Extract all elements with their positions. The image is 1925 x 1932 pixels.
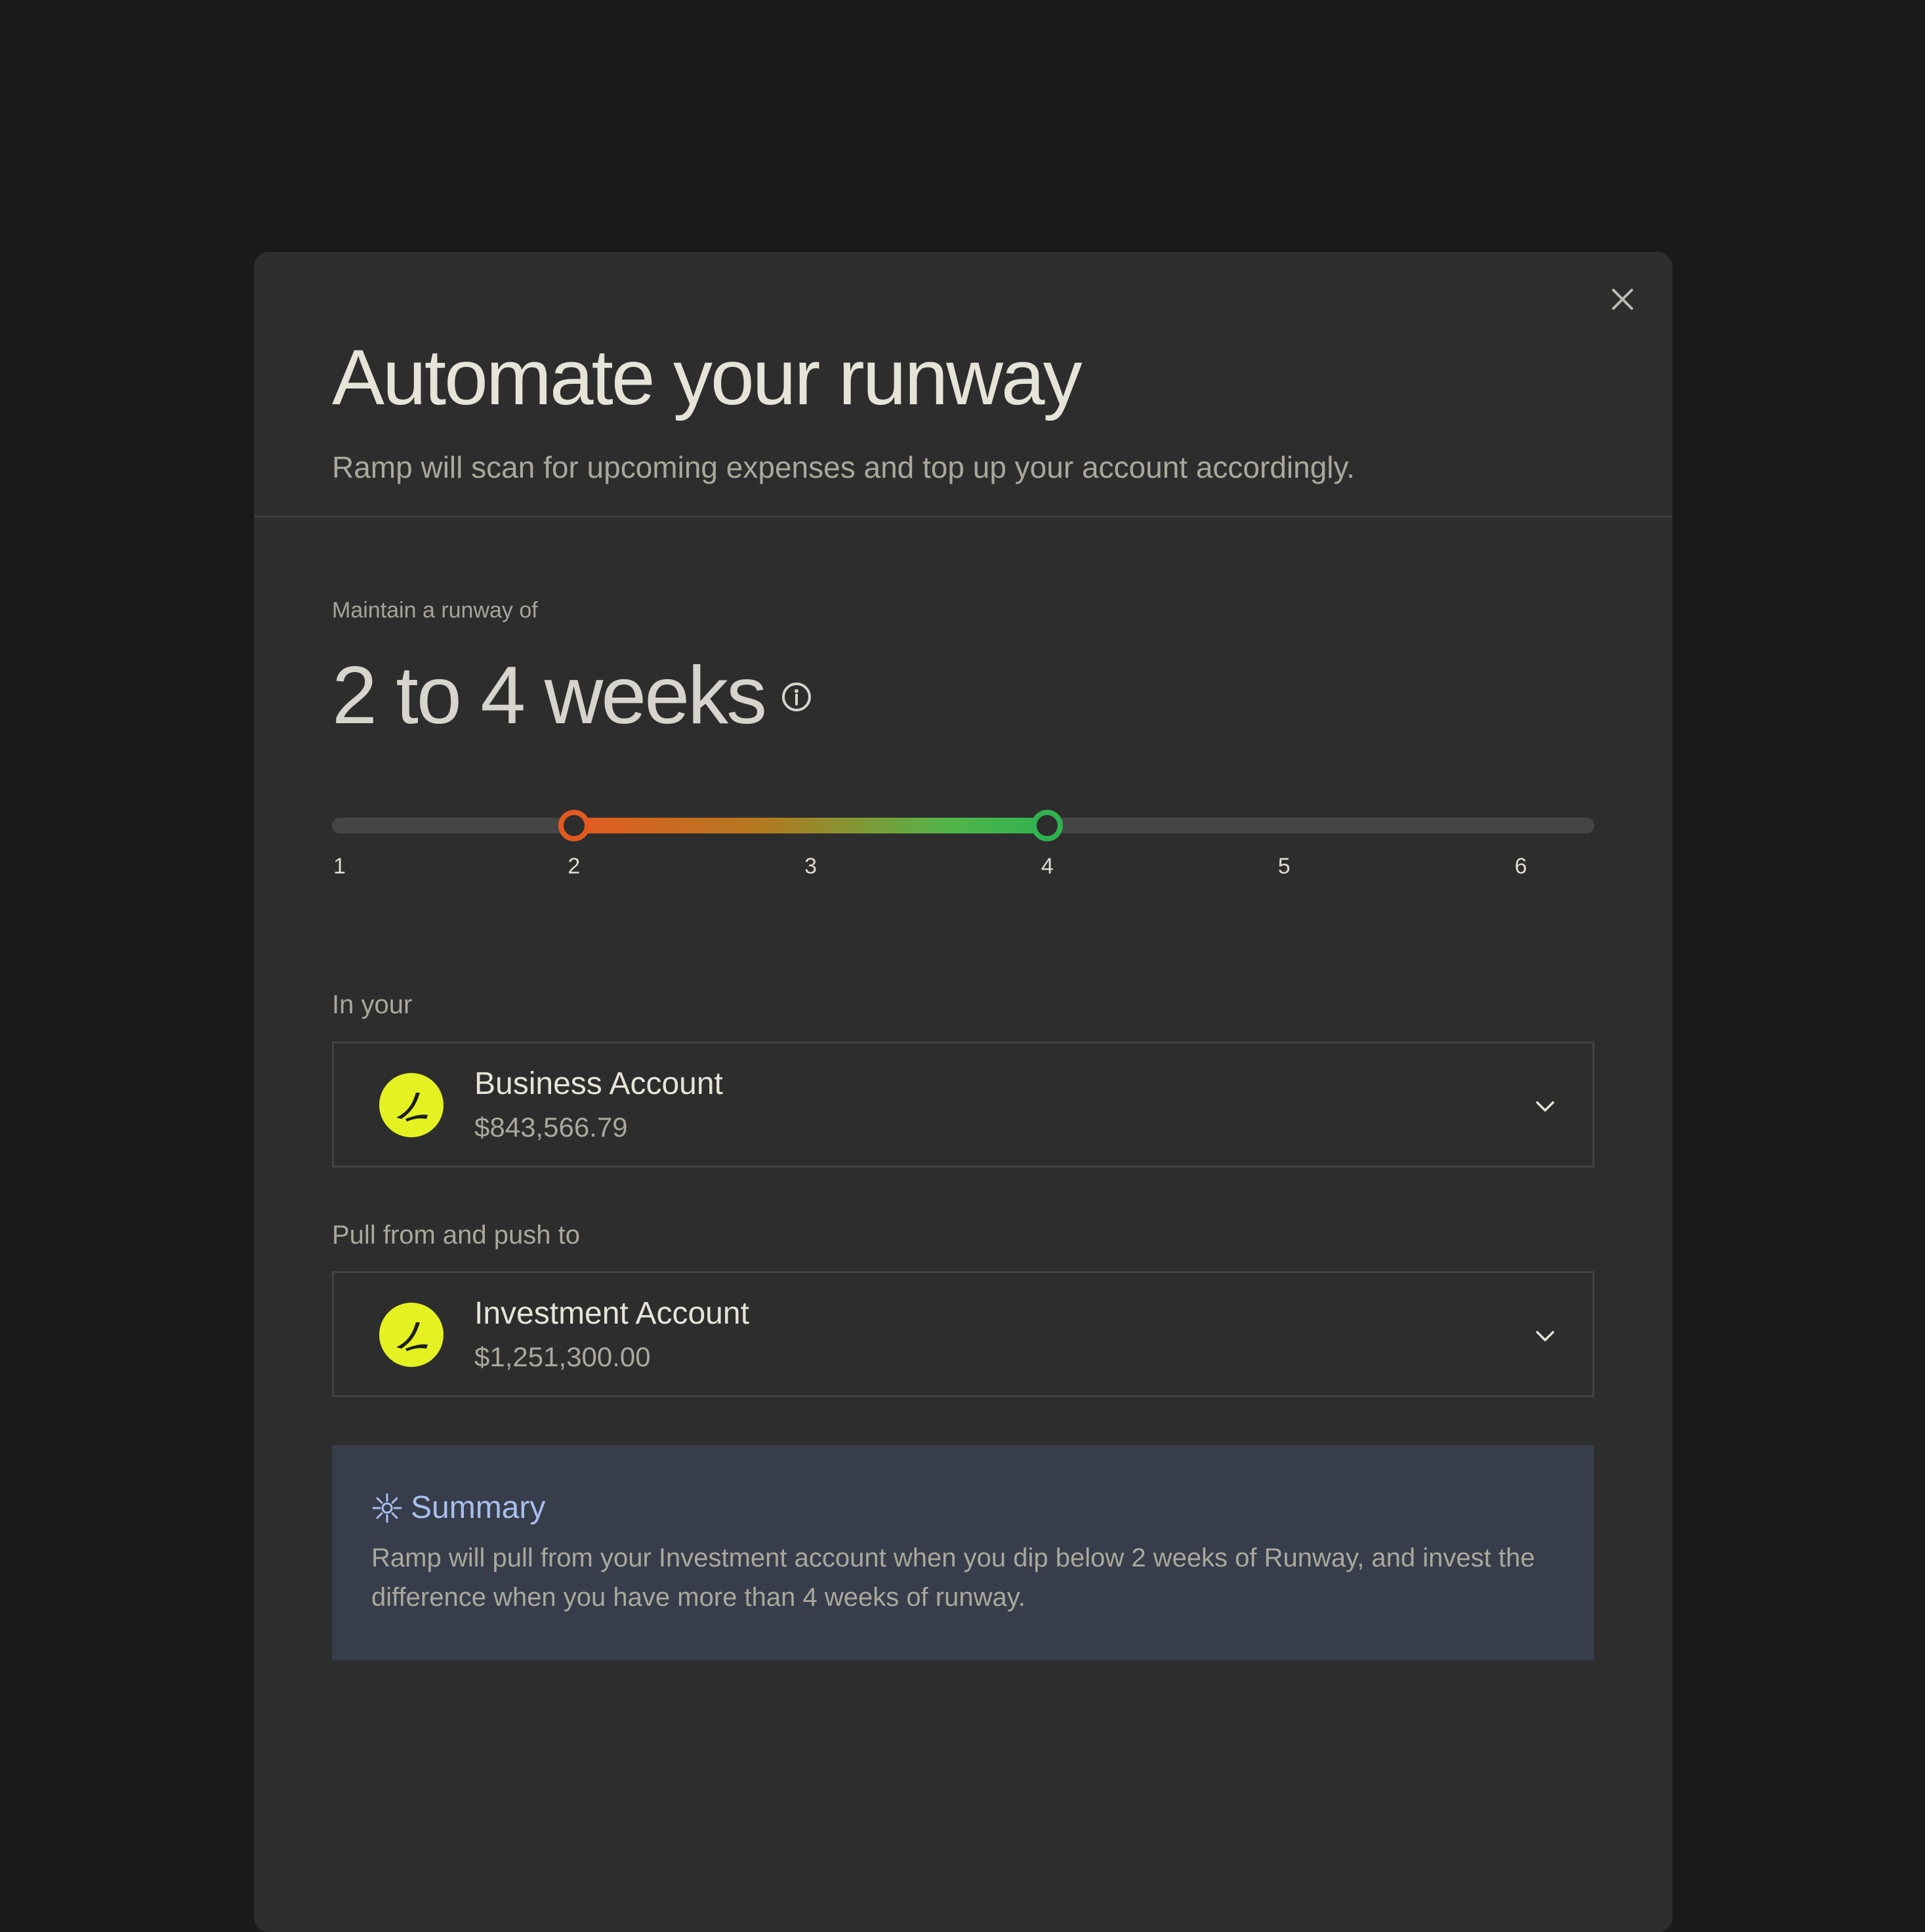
slider-tick-3: 3 <box>804 854 818 879</box>
header-divider <box>254 516 1672 517</box>
modal-title: Automate your runway <box>332 333 1083 421</box>
slider-tick-4: 4 <box>1041 854 1054 879</box>
chevron-down-icon <box>1533 1324 1557 1348</box>
pull-push-label: Pull from and push to <box>332 1221 580 1250</box>
account-balance: $843,566.79 <box>474 1112 628 1143</box>
slider-tick-5: 5 <box>1277 854 1291 879</box>
info-icon-glyph <box>782 682 811 711</box>
slider-tick-2: 2 <box>568 854 581 879</box>
close-button[interactable] <box>1607 284 1638 315</box>
summary-text: Ramp will pull from your Investment acco… <box>371 1544 1535 1612</box>
in-your-label: In your <box>332 990 413 1019</box>
ramp-logo-icon <box>379 1303 444 1367</box>
ramp-logo-icon <box>379 1073 444 1137</box>
account-name: Business Account <box>474 1066 723 1101</box>
investment-account-select[interactable]: Investment Account $1,251,300.00 <box>332 1271 1594 1397</box>
modal-subtitle: Ramp will scan for upcoming expenses and… <box>332 450 1355 484</box>
business-account-select[interactable]: Business Account $843,566.79 <box>332 1041 1594 1167</box>
runway-slider-min-handle[interactable] <box>558 810 590 841</box>
sparkle-icon <box>371 1492 403 1524</box>
summary-panel: Summary Ramp will pull from your Investm… <box>332 1445 1594 1660</box>
slider-tick-6: 6 <box>1514 854 1527 879</box>
chevron-down-icon <box>1533 1095 1557 1118</box>
close-icon <box>1612 289 1633 310</box>
runway-value: 2 to 4 weeks <box>332 650 767 741</box>
account-name: Investment Account <box>474 1296 749 1331</box>
runway-slider-range <box>573 818 1048 833</box>
info-icon[interactable] <box>781 681 812 713</box>
slider-tick-1: 1 <box>333 854 346 879</box>
summary-title: Summary <box>411 1490 546 1525</box>
account-balance: $1,251,300.00 <box>474 1341 651 1372</box>
runway-label: Maintain a runway of <box>332 598 538 623</box>
